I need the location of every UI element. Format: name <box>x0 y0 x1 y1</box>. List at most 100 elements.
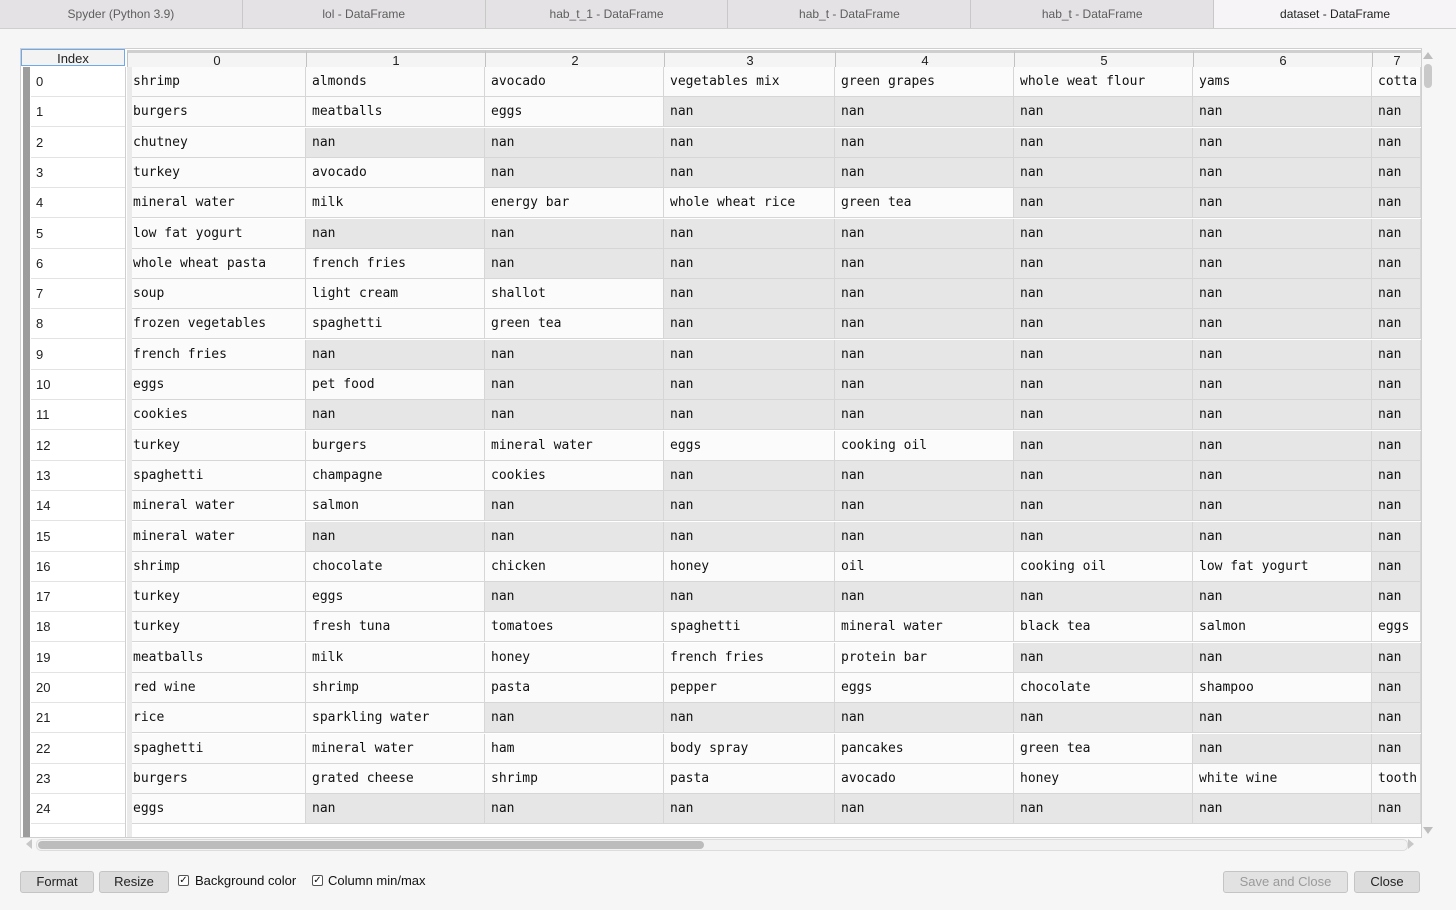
table-cell[interactable]: nan <box>306 794 485 824</box>
tab-hab-t-1-dataframe[interactable]: hab_t_1 - DataFrame <box>486 0 729 28</box>
column-minmax-checkbox[interactable]: ✓ <box>312 875 323 886</box>
table-cell[interactable]: nan <box>1193 431 1372 461</box>
table-cell[interactable]: nan <box>664 309 835 339</box>
table-cell[interactable]: champagne <box>306 461 485 491</box>
table-cell[interactable]: nan <box>485 158 664 188</box>
table-cell[interactable]: burgers <box>127 764 306 794</box>
table-cell[interactable]: nan <box>1193 340 1372 370</box>
table-cell[interactable]: nan <box>1372 219 1421 249</box>
table-cell[interactable]: energy bar <box>485 188 664 218</box>
table-cell[interactable]: honey <box>664 552 835 582</box>
table-cell[interactable]: spaghetti <box>664 612 835 642</box>
table-cell[interactable]: nan <box>306 128 485 158</box>
table-cell[interactable]: burgers <box>127 97 306 127</box>
table-cell[interactable]: almonds <box>306 67 485 97</box>
table-cell[interactable]: nan <box>664 522 835 552</box>
table-cell[interactable]: eggs <box>127 794 306 824</box>
table-cell[interactable]: nan <box>485 219 664 249</box>
table-cell[interactable]: nan <box>1372 158 1421 188</box>
table-cell[interactable]: nan <box>1372 309 1421 339</box>
table-cell[interactable]: nan <box>1372 582 1421 612</box>
table-cell[interactable]: nan <box>1193 309 1372 339</box>
table-cell[interactable]: nan <box>1014 794 1193 824</box>
table-cell[interactable]: nan <box>1014 188 1193 218</box>
column-header[interactable]: 4 <box>835 50 1014 68</box>
table-cell[interactable]: nan <box>1014 158 1193 188</box>
row-index-cell[interactable]: 24 <box>31 794 125 824</box>
table-cell[interactable]: meatballs <box>127 643 306 673</box>
vertical-scrollbar[interactable] <box>1421 52 1435 834</box>
table-cell[interactable]: nan <box>485 703 664 733</box>
table-cell[interactable]: oil <box>835 552 1014 582</box>
row-index-cell[interactable]: 20 <box>31 673 125 703</box>
table-cell[interactable]: nan <box>835 491 1014 521</box>
table-cell[interactable]: salmon <box>306 491 485 521</box>
table-cell[interactable]: nan <box>835 128 1014 158</box>
horizontal-scrollbar[interactable] <box>24 837 1420 851</box>
table-cell[interactable]: light cream <box>306 279 485 309</box>
table-cell[interactable]: nan <box>1372 703 1421 733</box>
table-cell[interactable]: nan <box>1014 128 1193 158</box>
table-cell[interactable]: burgers <box>306 431 485 461</box>
table-cell[interactable]: nan <box>664 97 835 127</box>
table-cell[interactable]: eggs <box>835 673 1014 703</box>
table-cell[interactable]: nan <box>485 794 664 824</box>
row-index-cell[interactable]: 11 <box>31 400 125 430</box>
table-cell[interactable]: french fries <box>664 643 835 673</box>
table-cell[interactable]: nan <box>1193 279 1372 309</box>
table-cell[interactable]: nan <box>1372 97 1421 127</box>
table-cell[interactable]: nan <box>485 249 664 279</box>
table-cell[interactable]: mineral water <box>485 431 664 461</box>
table-cell[interactable]: cooking oil <box>1014 552 1193 582</box>
row-index-cell[interactable]: 6 <box>31 249 125 279</box>
table-cell[interactable]: nan <box>664 491 835 521</box>
table-cell[interactable]: nan <box>306 522 485 552</box>
table-cell[interactable]: nan <box>485 128 664 158</box>
table-cell[interactable]: french fries <box>127 340 306 370</box>
table-cell[interactable]: nan <box>1014 219 1193 249</box>
table-cell[interactable]: chocolate <box>1014 673 1193 703</box>
table-cell[interactable]: turkey <box>127 158 306 188</box>
table-cell[interactable]: eggs <box>485 97 664 127</box>
table-cell[interactable]: nan <box>1193 582 1372 612</box>
table-cell[interactable]: honey <box>1014 764 1193 794</box>
table-cell[interactable]: nan <box>835 158 1014 188</box>
table-cell[interactable]: french fries <box>306 249 485 279</box>
table-cell[interactable]: tomatoes <box>485 612 664 642</box>
background-color-label[interactable]: Background color <box>195 873 296 888</box>
table-cell[interactable]: nan <box>835 279 1014 309</box>
table-cell[interactable]: nan <box>1014 582 1193 612</box>
row-index-cell[interactable]: 8 <box>31 309 125 339</box>
scroll-left-icon[interactable] <box>26 839 32 849</box>
row-index-cell[interactable]: 16 <box>31 552 125 582</box>
column-header[interactable]: 5 <box>1014 50 1193 68</box>
row-index-cell[interactable]: 15 <box>31 522 125 552</box>
table-cell[interactable]: nan <box>1372 431 1421 461</box>
table-cell[interactable]: pancakes <box>835 734 1014 764</box>
table-cell[interactable]: nan <box>1193 128 1372 158</box>
row-index-cell[interactable]: 17 <box>31 582 125 612</box>
table-cell[interactable]: nan <box>664 794 835 824</box>
table-cell[interactable]: nan <box>1193 703 1372 733</box>
row-index-cell[interactable]: 4 <box>31 188 125 218</box>
table-cell[interactable]: nan <box>664 249 835 279</box>
row-index-cell[interactable]: 23 <box>31 764 125 794</box>
table-cell[interactable]: mineral water <box>127 188 306 218</box>
row-index-cell[interactable]: 2 <box>31 128 125 158</box>
table-cell[interactable]: yams <box>1193 67 1372 97</box>
table-cell[interactable]: nan <box>1372 522 1421 552</box>
table-cell[interactable]: nan <box>1372 734 1421 764</box>
table-cell[interactable]: low fat yogurt <box>127 219 306 249</box>
table-cell[interactable]: green grapes <box>835 67 1014 97</box>
tab-dataset-dataframe[interactable]: dataset - DataFrame <box>1214 0 1456 28</box>
table-cell[interactable]: nan <box>835 522 1014 552</box>
table-cell[interactable]: nan <box>664 582 835 612</box>
table-cell[interactable]: turkey <box>127 612 306 642</box>
table-cell[interactable]: nan <box>1372 188 1421 218</box>
table-cell[interactable]: nan <box>485 582 664 612</box>
table-cell[interactable]: nan <box>1193 158 1372 188</box>
table-cell[interactable]: low fat yogurt <box>1193 552 1372 582</box>
table-cell[interactable]: eggs <box>1372 612 1421 642</box>
table-cell[interactable]: nan <box>1014 370 1193 400</box>
dataframe-table[interactable]: Index 01234567 0 1 2 3 4 5 6 7 8 9 10 11 12 13 14 15 16 1… <box>20 48 1422 838</box>
